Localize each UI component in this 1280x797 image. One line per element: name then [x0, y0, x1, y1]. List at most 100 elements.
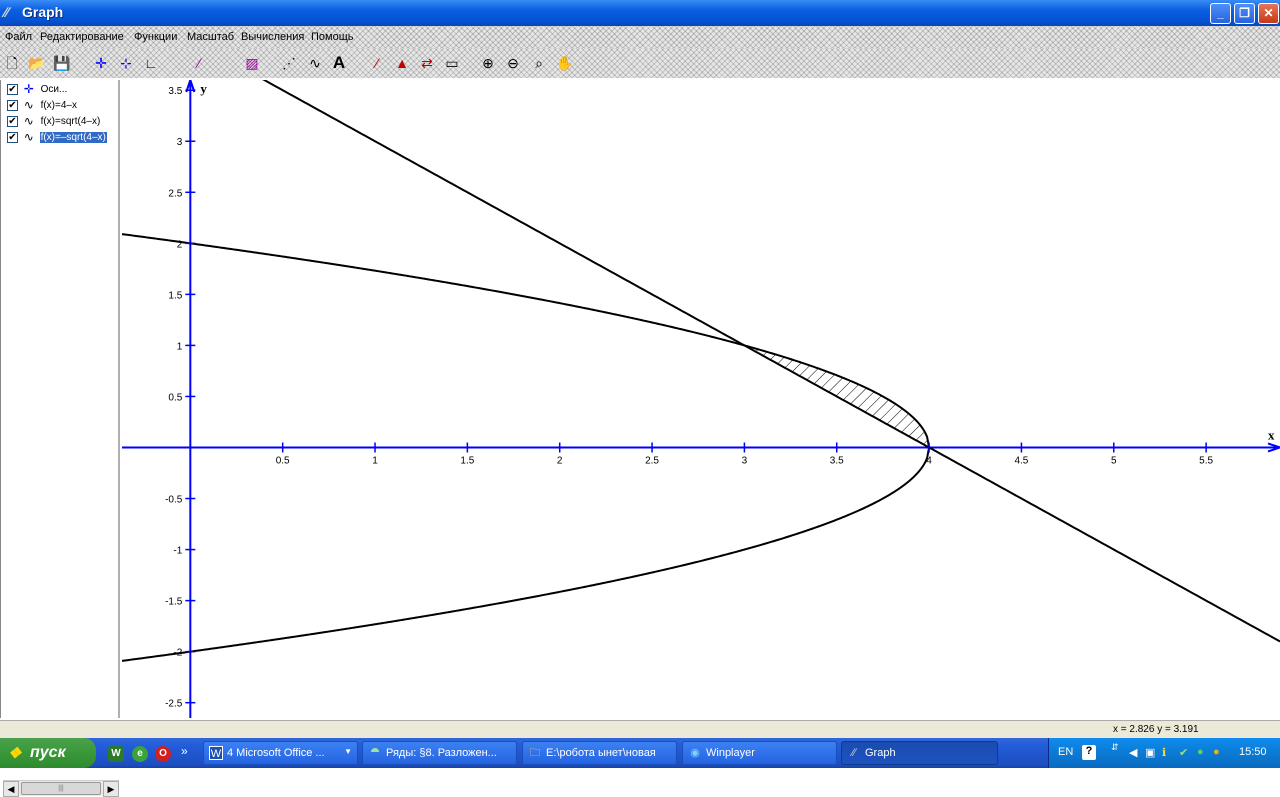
word-icon[interactable]: W	[108, 746, 124, 762]
graph-plot-area[interactable]: x y 0.5 1 1.5 2 2.5 3 3.5 4 4.5 5 5.5 3.5 3 2.5 2 1.5 1 0.…	[122, 80, 1280, 718]
checkbox[interactable]: ✔	[7, 99, 18, 111]
scroll-left-arrow-icon[interactable]: ◀	[3, 781, 19, 797]
y-tick-label: 1.5	[168, 290, 182, 301]
x-tick-label: 4.5	[1014, 455, 1028, 466]
move-hand-icon[interactable]: ✋	[556, 54, 574, 72]
security-icon[interactable]: ✔	[1179, 746, 1188, 759]
x-tick-label: 5.5	[1199, 455, 1213, 466]
y-tick-label: -1.5	[165, 597, 183, 608]
task-button-graph[interactable]: ∕∕ Graph	[841, 741, 998, 765]
y-tick-label: -2.5	[165, 699, 183, 710]
function-curve-1[interactable]	[122, 80, 1280, 643]
evaluate-icon[interactable]: ∕	[368, 54, 386, 72]
insert-tangent-icon[interactable]: ∟	[142, 54, 160, 72]
task-button-winplayer[interactable]: ◉ Winplayer	[682, 741, 837, 765]
start-button[interactable]: ❖ пуск	[0, 738, 96, 768]
open-icon[interactable]: 📂	[28, 54, 46, 72]
list-item-function[interactable]: ✔ ∿ f(x)=sqrt(4–x)	[7, 114, 101, 129]
task-button-document[interactable]: ⯊ Ряды: §8. Разложен...	[362, 741, 517, 765]
help-icon[interactable]: ?	[1082, 745, 1096, 760]
back-arrow-icon[interactable]: ◀	[1129, 746, 1137, 759]
x-tick-label: 2	[557, 455, 563, 466]
graph-app-icon: ∕∕	[852, 747, 856, 759]
menu-file[interactable]: Файл	[5, 31, 32, 43]
minimize-button[interactable]: _	[1210, 3, 1231, 24]
opera-icon[interactable]: O	[155, 746, 171, 762]
list-item-function[interactable]: ✔ ∿ f(x)=4–x	[7, 98, 78, 113]
menu-functions[interactable]: Функции	[134, 31, 177, 43]
info-icon[interactable]: ℹ	[1162, 746, 1166, 759]
save-icon[interactable]: 💾	[53, 54, 71, 72]
document-icon: ⯊	[370, 747, 380, 759]
status-bar: x = 2.826 y = 3.191	[0, 720, 1280, 738]
browser-icon[interactable]: e	[132, 746, 148, 762]
scroll-thumb[interactable]: |||	[21, 782, 101, 795]
horizontal-scrollbar[interactable]: ◀ ||| ▶	[3, 780, 119, 797]
function-curve-icon: ∿	[23, 98, 34, 112]
y-tick-label: 1	[177, 341, 183, 352]
restore-button[interactable]: ❐	[1234, 3, 1255, 24]
task-label: Graph	[865, 747, 896, 759]
y-tick-label: 0.5	[168, 392, 182, 403]
task-button-folder[interactable]: 🗀 E:\робота ынет\новая	[522, 741, 677, 765]
y-tick-label: -1	[173, 546, 182, 557]
graph-app-icon: ∕∕	[4, 4, 9, 20]
checkbox[interactable]: ✔	[7, 83, 18, 95]
language-indicator[interactable]: EN	[1058, 746, 1073, 758]
zoom-square-icon[interactable]: ⌕	[530, 54, 548, 72]
zoom-out-icon[interactable]: ⊖	[504, 54, 522, 72]
list-item-axes[interactable]: ✔ ✛ Оси...	[7, 82, 68, 97]
insert-trendline-icon[interactable]: ∿	[306, 54, 324, 72]
insert-shading-icon[interactable]: ▨	[243, 54, 261, 72]
status-yellow-icon[interactable]: ●	[1213, 746, 1220, 758]
area-icon[interactable]: ▲	[393, 54, 411, 72]
tray-arrows-icon[interactable]: ⇵	[1111, 742, 1119, 753]
x-tick-label: 5	[1111, 455, 1117, 466]
more-quicklaunch-icon[interactable]: »	[181, 744, 188, 758]
x-tick-label: 0.5	[276, 455, 290, 466]
axes-icon[interactable]: ✛	[92, 54, 110, 72]
scroll-right-arrow-icon[interactable]: ▶	[103, 781, 119, 797]
zoom-in-icon[interactable]: ⊕	[479, 54, 497, 72]
insert-point-series-icon[interactable]: ⋰	[280, 54, 298, 72]
table-icon[interactable]: ⇄	[418, 54, 436, 72]
network-icon[interactable]: ▣	[1145, 746, 1155, 759]
function-curve-3[interactable]	[122, 447, 931, 662]
task-button-office[interactable]: W 4 Microsoft Office ... ▼	[203, 741, 358, 765]
x-tick-label: 2.5	[645, 455, 659, 466]
close-button[interactable]: ✕	[1258, 3, 1279, 24]
menu-zoom[interactable]: Масштаб	[187, 31, 234, 43]
task-label: 4 Microsoft Office ...	[227, 747, 325, 759]
window-title: Graph	[22, 4, 64, 20]
y-axis-label: y	[200, 81, 207, 96]
list-item-label: f(x)=4–x	[40, 99, 77, 111]
task-label: Winplayer	[706, 747, 755, 759]
menu-calculate[interactable]: Вычисления	[241, 31, 304, 43]
function-curve-2[interactable]	[122, 233, 931, 448]
checkbox[interactable]: ✔	[7, 131, 18, 143]
menu-edit[interactable]: Редактирование	[40, 31, 124, 43]
y-tick-label: 2.5	[168, 188, 182, 199]
cursor-coordinates: x = 2.826 y = 3.191	[1113, 724, 1199, 735]
player-icon: ◉	[690, 747, 700, 759]
y-tick-label: -2	[173, 648, 182, 659]
word-icon: W	[209, 746, 223, 760]
insert-function-icon[interactable]: ⊹	[117, 54, 135, 72]
folder-icon: 🗀	[529, 747, 541, 759]
list-item-label: Оси...	[40, 83, 68, 95]
x-tick-label: 1.5	[460, 455, 474, 466]
window-icon[interactable]: ▭	[443, 54, 461, 72]
system-tray: EN ? ⇵ ◀ ▣ ℹ ✔ ● ● 15:50	[1048, 738, 1280, 768]
x-tick-label: 1	[372, 455, 378, 466]
insert-label-icon[interactable]: A	[330, 54, 348, 72]
menu-help[interactable]: Помощь	[311, 31, 354, 43]
insert-relation-icon[interactable]: ⁄	[190, 54, 208, 72]
y-tick-label: 2	[177, 239, 183, 250]
checkbox[interactable]: ✔	[7, 115, 18, 127]
status-green-icon[interactable]: ●	[1197, 746, 1204, 758]
new-icon[interactable]: 🗋	[3, 54, 21, 72]
list-item-function-selected[interactable]: ✔ ∿ f(x)=–sqrt(4–x)	[7, 130, 107, 145]
windows-logo-icon: ❖	[8, 745, 22, 762]
menu-bar: Файл Редактирование Функции Масштаб Вычи…	[0, 26, 1280, 48]
task-label: E:\робота ынет\новая	[546, 747, 656, 759]
